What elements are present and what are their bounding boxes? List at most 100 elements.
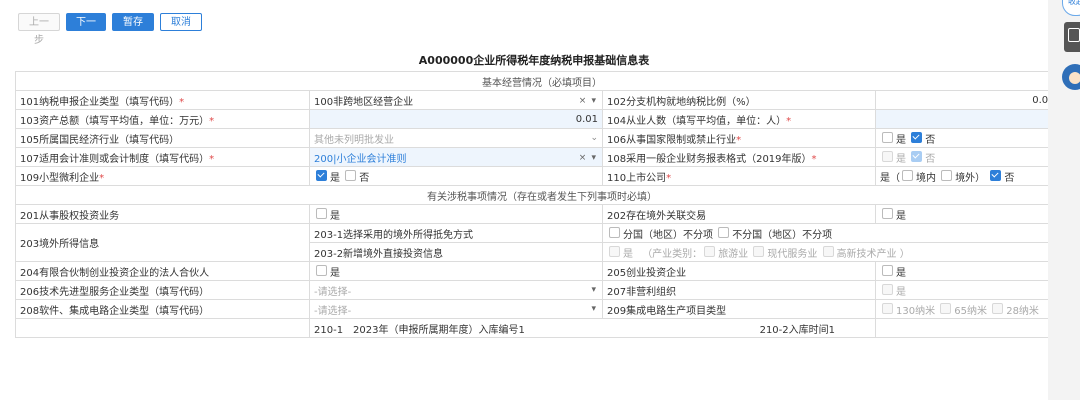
checkbox-203-1-opt1[interactable] [609,226,620,238]
caret-down-icon[interactable]: ▾ [591,304,598,314]
checkbox-108-no[interactable] [911,150,923,162]
select-101[interactable]: 100非跨地区经营企业 × ▾ [309,90,603,110]
checkbox-203-2-cat3[interactable] [822,245,834,257]
label-109: 109小型微利企业* [15,166,310,186]
checkbox-110-no[interactable] [990,169,1002,181]
checkbox-106-no[interactable] [911,131,923,143]
options-204: 是 [309,261,603,281]
chevron-down-icon[interactable]: ⌄ [590,133,598,143]
row-101: 101纳税申报企业类型（填写代码）* 100非跨地区经营企业 × ▾ 102分支机… [15,90,1069,110]
label-202: 202存在境外关联交易 [602,204,876,224]
label-106: 106从事国家限制或禁止行业* [602,128,876,148]
label-105: 105所属国民经济行业（填写代码） [15,128,310,148]
label-108: 108采用一般企业财务报表格式（2019年版）* [602,147,876,167]
row-206: 206技术先进型服务企业类型（填写代码） -请选择- ▾ 207非营利组织 是 [15,280,1069,300]
select-206[interactable]: -请选择- ▾ [309,280,603,300]
label-104: 104从业人数（填写平均值，单位：人）* [602,109,876,129]
row-109: 109小型微利企业* 是 否 110上市公司* 是（ 境内 境外） 否 [15,166,1069,186]
section-header-basic: 基本经营情况（必填项目） [15,71,1069,91]
label-209: 209集成电路生产项目类型 [602,299,876,319]
prev-step-button[interactable]: 上一步 [18,13,60,46]
label-205: 205创业投资企业 [602,261,876,281]
collapse-badge[interactable]: 收起 [1062,0,1080,16]
clear-icon[interactable]: × [579,96,589,106]
clear-icon[interactable]: × [579,153,589,163]
select-105[interactable]: 其他未列明批发业 ⌄ [309,128,603,148]
next-step-button[interactable]: 下一步 [66,13,106,46]
row-103: 103资产总额（填写平均值，单位：万元）* 0.01 104从业人数（填写平均值… [15,109,1069,129]
row-210-cells: 210-1 2023年（申报所属期年度）入库编号1 210-2入库时间1 [309,318,876,338]
label-203: 203境外所得信息 [15,223,310,262]
label-103: 103资产总额（填写平均值，单位：万元）* [15,109,310,129]
checkbox-109-no[interactable] [345,169,357,181]
options-109: 是 否 [309,166,603,186]
row-204: 204有限合伙制创业投资企业的法人合伙人 是 205创业投资企业 是 [15,261,1069,281]
options-205: 是 [875,261,1069,281]
checkbox-203-2-cat2[interactable] [753,245,765,257]
form-title: A000000企业所得税年度纳税申报基础信息表 [418,54,650,67]
checkbox-207-yes[interactable] [882,283,893,295]
options-203-1: 分国（地区）不分项 不分国（地区）不分项 [602,223,1069,243]
checkbox-209-130nm[interactable] [882,302,893,314]
input-104[interactable]: 1 [875,109,1069,129]
section-title-basic: 基本经营情况（必填项目） [15,71,1069,91]
options-202: 是 [875,204,1069,224]
blank-cell [15,318,310,338]
label-208: 208软件、集成电路企业类型（填写代码） [15,299,310,319]
assistant-avatar-icon[interactable] [1062,64,1080,90]
save-draft-button[interactable]: 暂存 [112,13,154,31]
label-207: 207非营利组织 [602,280,876,300]
checkbox-203-2-cat1[interactable] [704,245,716,257]
section-header-tax-matters: 有关涉税事项情况（存在或者发生下列事项时必填） [15,185,1069,205]
row-107: 107适用会计准则或会计制度（填写代码）* 200|小企业会计准则 × ▾ 108… [15,147,1069,167]
label-210-2: 210-2入库时间1 [759,324,835,336]
checkbox-204-yes[interactable] [316,264,327,276]
checkbox-201-yes[interactable] [316,207,327,219]
caret-down-icon[interactable]: ▾ [591,153,598,163]
cancel-button[interactable]: 取消 [160,13,202,31]
row-208: 208软件、集成电路企业类型（填写代码） -请选择- ▾ 209集成电路生产项目类… [15,299,1069,319]
label-101: 101纳税申报企业类型（填写代码）* [15,90,310,110]
checkbox-203-1-opt2[interactable] [718,226,730,238]
checkbox-108-yes[interactable] [882,150,893,162]
row-203-1: 203境外所得信息 203-1选择采用的境外所得抵免方式 分国（地区）不分项 不… [15,223,1069,262]
checkbox-110-domestic[interactable] [902,169,913,181]
label-102: 102分支机构就地纳税比例（%） [602,90,876,110]
label-201: 201从事股权投资业务 [15,204,310,224]
value-102: 0.00% [875,90,1069,110]
checkbox-209-28nm[interactable] [992,302,1004,314]
label-203-1: 203-1选择采用的境外所得抵免方式 [309,223,603,243]
options-209: 130纳米 65纳米 28纳米 [875,299,1069,319]
caret-down-icon[interactable]: ▾ [591,96,598,106]
checkbox-106-yes[interactable] [882,131,893,143]
caret-down-icon[interactable]: ▾ [591,285,598,295]
options-106: 是 否 [875,128,1069,148]
label-204: 204有限合伙制创业投资企业的法人合伙人 [15,261,310,281]
input-103[interactable]: 0.01 [309,109,603,129]
options-110: 是（ 境内 境外） 否 [875,166,1069,186]
options-201: 是 [309,204,603,224]
checkbox-109-yes[interactable] [316,169,327,181]
section-title-tax-matters: 有关涉税事项情况（存在或者发生下列事项时必填） [15,185,1069,205]
checkbox-205-yes[interactable] [882,264,893,276]
select-208[interactable]: -请选择- ▾ [309,299,603,319]
checkbox-202-yes[interactable] [882,207,893,219]
label-210-1: 210-1 2023年（申报所属期年度）入库编号1 [314,324,525,336]
options-108: 是 否 [875,147,1069,167]
label-107: 107适用会计准则或会计制度（填写代码）* [15,147,310,167]
toolbar: 上一步 下一步 暂存 取消 [0,0,1048,46]
tablet-icon[interactable] [1064,22,1080,52]
label-203-2: 203-2新增境外直接投资信息 [309,242,603,262]
date-input-210-2[interactable] [875,318,1069,338]
checkbox-203-2-yes[interactable] [609,245,620,257]
checkbox-110-overseas[interactable] [941,169,953,181]
row-105: 105所属国民经济行业（填写代码） 其他未列明批发业 ⌄ 106从事国家限制或禁止… [15,128,1069,148]
select-107[interactable]: 200|小企业会计准则 × ▾ [309,147,603,167]
row-201: 201从事股权投资业务 是 202存在境外关联交易 是 [15,204,1069,224]
right-rail: 收起 [1048,0,1080,400]
label-206: 206技术先进型服务企业类型（填写代码） [15,280,310,300]
label-110: 110上市公司* [602,166,876,186]
options-203-2: 是 （产业类别： 旅游业 现代服务业 高新技术产业 ） [602,242,1069,262]
checkbox-209-65nm[interactable] [940,302,952,314]
options-207: 是 [875,280,1069,300]
